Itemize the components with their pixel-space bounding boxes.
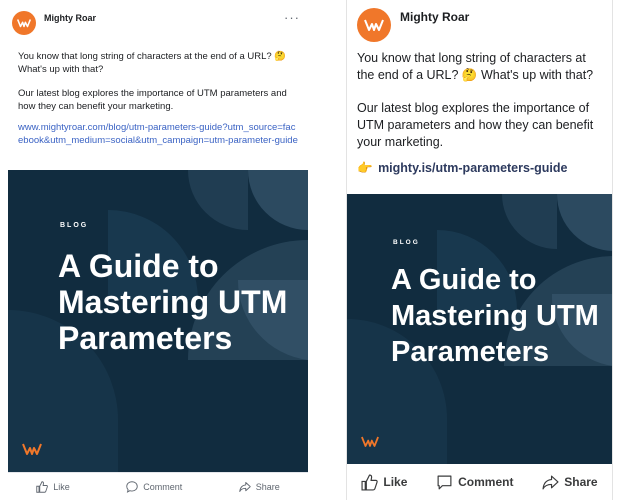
page-name[interactable]: Mighty Roar xyxy=(44,13,96,23)
share-icon xyxy=(542,475,559,489)
comment-icon xyxy=(126,480,138,493)
post-actions: Like Comment Share xyxy=(8,472,308,500)
like-icon xyxy=(361,473,379,491)
blog-kicker: BLOG xyxy=(60,222,89,229)
share-button[interactable]: Share xyxy=(239,481,280,493)
share-button[interactable]: Share xyxy=(542,474,598,491)
post-paragraph-1: You know that long string of characters … xyxy=(18,51,287,75)
comment-label: Comment xyxy=(458,475,514,489)
like-label: Like xyxy=(383,475,408,489)
comment-button[interactable]: Comment xyxy=(436,474,513,491)
like-icon xyxy=(36,480,49,493)
post-actions: Like Comment Share xyxy=(347,464,612,500)
mighty-roar-logo-icon xyxy=(17,19,31,28)
post-link[interactable]: 👉 mighty.is/utm-parameters-guide xyxy=(347,161,612,176)
blog-image[interactable]: BLOG A Guide to Mastering UTM Parameters xyxy=(347,194,612,464)
share-label: Share xyxy=(564,475,598,489)
page-avatar[interactable] xyxy=(357,8,391,42)
post-paragraph-2: Our latest blog explores the importance … xyxy=(357,101,594,149)
post-header: Mighty Roar xyxy=(347,0,612,44)
post-text: You know that long string of characters … xyxy=(347,44,612,151)
mighty-roar-logo-icon xyxy=(22,443,42,455)
post-link[interactable]: www.mightyroar.com/blog/utm-parameters-g… xyxy=(8,121,308,147)
comment-icon xyxy=(437,475,452,489)
share-label: Share xyxy=(255,481,280,492)
post-header: Mighty Roar ··· xyxy=(8,0,308,36)
blog-image[interactable]: BLOG A Guide to Mastering UTM Parameters xyxy=(8,170,308,472)
blog-kicker: BLOG xyxy=(393,239,420,246)
post-link-text: mighty.is/utm-parameters-guide xyxy=(378,161,568,175)
comment-button[interactable]: Comment xyxy=(126,480,183,493)
comment-label: Comment xyxy=(143,481,183,492)
facebook-post-short-url: Mighty Roar You know that long string of… xyxy=(346,0,613,500)
post-text: You know that long string of characters … xyxy=(8,36,308,113)
pointing-hand-icon: 👉 xyxy=(357,161,373,175)
blog-title: A Guide to Mastering UTM Parameters xyxy=(391,264,599,368)
like-label: Like xyxy=(53,481,70,492)
page-name[interactable]: Mighty Roar xyxy=(400,10,469,24)
facebook-post-long-url: Mighty Roar ··· You know that long strin… xyxy=(8,0,308,500)
post-paragraph-1: You know that long string of characters … xyxy=(357,51,594,82)
like-button[interactable]: Like xyxy=(36,480,70,493)
mighty-roar-logo-icon xyxy=(364,19,384,31)
page-avatar[interactable] xyxy=(12,11,36,35)
more-options-icon[interactable]: ··· xyxy=(284,10,300,25)
mighty-roar-logo-icon xyxy=(361,436,379,447)
blog-title: A Guide to Mastering UTM Parameters xyxy=(58,248,288,356)
like-button[interactable]: Like xyxy=(361,473,408,491)
share-icon xyxy=(239,481,251,492)
post-paragraph-2: Our latest blog explores the importance … xyxy=(18,88,287,112)
